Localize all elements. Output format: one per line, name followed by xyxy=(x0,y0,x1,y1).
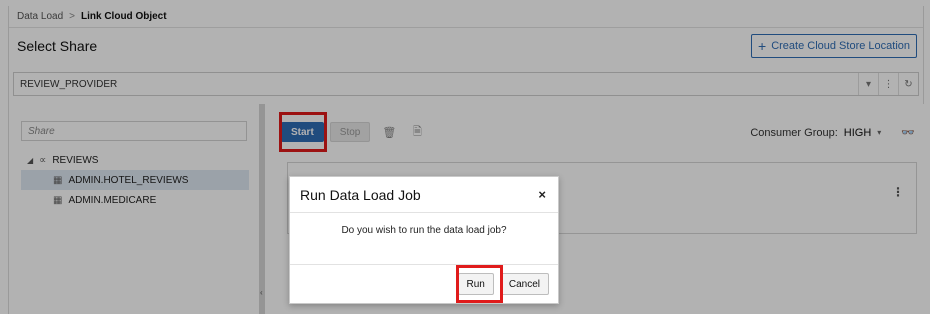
dialog-header: Run Data Load Job × xyxy=(290,177,558,213)
close-icon[interactable]: × xyxy=(538,187,546,202)
dialog-message: Do you wish to run the data load job? xyxy=(290,213,558,265)
run-button[interactable]: Run xyxy=(457,273,494,295)
dialog-footer: Run Cancel xyxy=(290,265,558,303)
run-data-load-job-dialog: Run Data Load Job × Do you wish to run t… xyxy=(289,176,559,304)
cancel-button[interactable]: Cancel xyxy=(499,273,549,295)
dialog-title: Run Data Load Job xyxy=(300,186,421,203)
